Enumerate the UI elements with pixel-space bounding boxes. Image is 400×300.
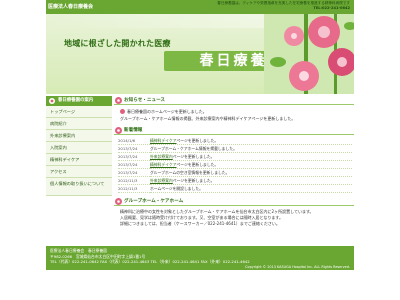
table-row: 2013/7/24 グループホームの空き室情報を更新しました。 [118, 168, 352, 177]
news-section-heading: お知らせ・ニュース [114, 96, 354, 105]
update-text: 外来診療案内ページを更新しました。 [150, 176, 352, 185]
table-row: 2012/11/3 ホームページを開設しました。 [118, 184, 352, 193]
update-text: 精神科デイケアページを更新しました。 [150, 137, 352, 145]
update-rest: ページを更新しました。 [176, 162, 219, 167]
update-date: 2013/7/24 [118, 152, 150, 161]
flower-icon [115, 97, 122, 104]
updates-section-heading: 新着情報 [114, 126, 354, 135]
sidebar-item-outpatient[interactable]: 外来診療案内 [46, 130, 112, 142]
sidebar-heading: 春日療養園の案内 [46, 96, 112, 106]
hero-banner: 地域に根ざした開かれた医療 春日療養園 [46, 14, 354, 94]
table-row: 2013/7/24 グループホーム・ケアホーム情報を掲載しました。 [118, 144, 352, 153]
update-rest: ページを更新しました。 [172, 154, 215, 159]
hollyhock-flowers-image [264, 14, 354, 94]
main-content: お知らせ・ニュース 春日療養園のホームページを更新しました。 グループホーム・ケ… [114, 96, 354, 230]
update-date: 2013/7/24 [118, 168, 150, 177]
update-text: ホームページを開設しました。 [150, 184, 352, 193]
news-line: 春日療養園のホームページを更新しました。 [120, 108, 348, 115]
update-text: グループホームの空き室情報を更新しました。 [150, 168, 352, 177]
footer-phones: TEL（代表）022-241-0642 FAX（代表）022-241-4643 … [50, 259, 250, 264]
bullet-icon [120, 109, 125, 114]
update-date: 2013/7/24 [118, 144, 150, 153]
sidebar-nav: 春日療養園の案内 トップページ 病院紹介 外来診療案内 入院案内 精神科デイケア… [46, 96, 112, 196]
leaf-icon [49, 98, 55, 104]
update-date: 2012/11/3 [118, 184, 150, 193]
group-home-line: 詳細につきましては、担当者（ケースワーカー／022-241-4641）までご連絡… [120, 221, 280, 226]
copyright: Copyright © 2013 KASUGA Hospital Inc. AL… [245, 265, 350, 269]
update-link[interactable]: 外来診療案内 [150, 178, 173, 183]
table-row: 2013/7/24 精神科デイケアページを更新しました。 [118, 160, 352, 169]
table-row: 2014/1/6 精神科デイケアページを更新しました。 [118, 137, 352, 145]
sidebar-item-inpatient[interactable]: 入院案内 [46, 142, 112, 154]
update-link[interactable]: 精神科デイケア [150, 138, 177, 143]
flower-icon [115, 198, 122, 205]
group-home-body: 精神科に治療中の女性を対象としたグループホーム・ケアホームを仙台市太白区内に2ヶ… [114, 206, 354, 230]
sidebar-heading-label: 春日療養園の案内 [58, 98, 94, 103]
sidebar-item-daycare[interactable]: 精神科デイケア [46, 154, 112, 166]
sidebar-item-top[interactable]: トップページ [46, 106, 112, 118]
updates-heading-label: 新着情報 [124, 128, 143, 133]
flower-icon [115, 127, 122, 134]
update-text: グループホーム・ケアホーム情報を掲載しました。 [150, 144, 352, 153]
sidebar-item-about[interactable]: 病院紹介 [46, 118, 112, 130]
news-body: 春日療養園のホームページを更新しました。 グループホーム・ケアホーム情報の掲載、… [114, 105, 354, 126]
update-rest: ページを更新しました。 [172, 178, 215, 183]
update-link[interactable]: 外来診療案内 [150, 154, 173, 159]
table-row: 2012/11/3 外来診療案内ページを更新しました。 [118, 176, 352, 185]
header-phone: TEL:022-241-0642 [313, 6, 350, 10]
banner-tagline: 地域に根ざした開かれた医療 [64, 39, 171, 48]
org-name[interactable]: 医療法人春日療養会 [48, 3, 93, 10]
page: 医療法人春日療養会 春日療養園は、ディケアや栄養指導を充実した在宅療養を推進する… [0, 0, 400, 300]
update-rest: ページを更新しました。 [176, 138, 219, 143]
footer-address: 医療法人春日療養会 春日療養園 〒982-0266 宮城県仙台市太白区中田町字上… [50, 248, 250, 265]
update-date: 2012/11/3 [118, 176, 150, 185]
table-row: 2013/7/24 外来診療案内ページを更新しました。 [118, 152, 352, 161]
update-text: 精神科デイケアページを更新しました。 [150, 160, 352, 169]
update-rest: グループホームの空き室情報を更新しました。 [150, 170, 230, 175]
news-line: グループホーム・ケアホーム情報の掲載、外来診療案内や精神科デイケアページを更新し… [120, 116, 296, 121]
header-info: 春日療養園は、ディケアや栄養指導を充実した在宅療養を推進する精神科病院です TE… [170, 1, 350, 11]
update-date: 2014/1/6 [118, 137, 150, 145]
update-rest: グループホーム・ケアホーム情報を掲載しました。 [150, 146, 237, 151]
group-home-heading-label: グループホーム・ケアホーム [124, 199, 184, 204]
updates-table: 2014/1/6 精神科デイケアページを更新しました。 2013/7/24 グル… [118, 137, 352, 193]
news-line-text: 春日療養園のホームページを更新しました。 [127, 109, 207, 114]
news-heading-label: お知らせ・ニュース [124, 98, 166, 103]
update-rest: ホームページを開設しました。 [150, 186, 203, 191]
group-home-section-heading: グループホーム・ケアホーム [114, 197, 354, 206]
sidebar-item-privacy[interactable]: 個人情報の取り扱いについて [46, 178, 112, 196]
update-link[interactable]: 精神科デイケア [150, 162, 177, 167]
update-text: 外来診療案内ページを更新しました。 [150, 152, 352, 161]
sidebar-item-access[interactable]: アクセス [46, 166, 112, 178]
update-date: 2013/7/24 [118, 160, 150, 169]
